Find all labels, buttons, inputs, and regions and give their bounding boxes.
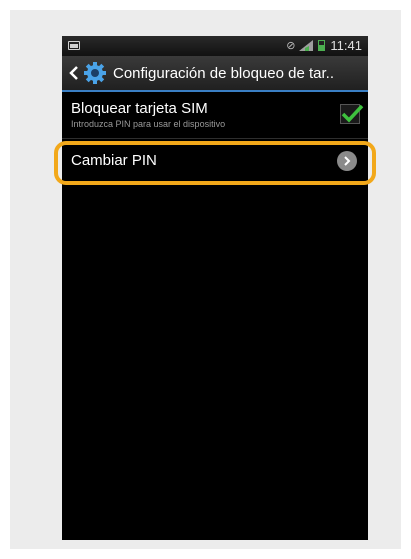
- battery-icon: [318, 40, 326, 51]
- no-sim-icon: ⊘: [286, 40, 295, 52]
- signal-icon: [299, 40, 314, 51]
- sim-lock-subtitle: Introduzca PIN para usar el dispositivo: [71, 119, 226, 129]
- sim-lock-checkbox[interactable]: [340, 104, 364, 124]
- status-icons: ⊘ 11:41: [286, 38, 362, 53]
- page-title: Configuración de bloqueo de tar..: [113, 64, 334, 82]
- check-icon: [341, 104, 364, 123]
- back-icon[interactable]: [66, 62, 82, 84]
- image-icon: [68, 41, 80, 50]
- sim-lock-title: Bloquear tarjeta SIM: [71, 100, 208, 117]
- status-time: 11:41: [330, 38, 362, 53]
- phone-screen: ⊘ 11:41 Configuración de bloqueo de tar.…: [62, 36, 368, 540]
- gear-icon[interactable]: [83, 61, 107, 85]
- highlight-callout: [54, 141, 376, 185]
- status-bar: ⊘ 11:41: [62, 36, 368, 56]
- sim-lock-row[interactable]: Bloquear tarjeta SIM Introduzca PIN para…: [62, 92, 368, 139]
- title-bar: Configuración de bloqueo de tar..: [62, 56, 368, 92]
